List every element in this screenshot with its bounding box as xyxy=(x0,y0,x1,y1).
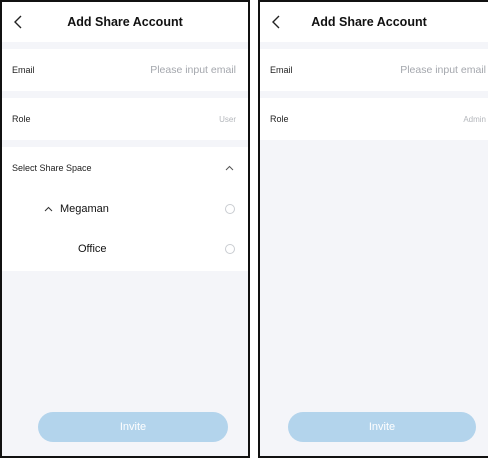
share-space-section: Select Share Space Megaman Office xyxy=(2,147,248,271)
role-value[interactable]: Admin xyxy=(463,115,486,124)
page-title: Add Share Account xyxy=(67,15,183,29)
role-label: Role xyxy=(12,114,31,124)
role-value[interactable]: User xyxy=(219,115,236,124)
header: Add Share Account xyxy=(2,2,248,42)
role-row[interactable]: Role User xyxy=(2,98,248,140)
left-screen: Add Share Account Email Please input ema… xyxy=(0,0,250,458)
invite-button[interactable]: Invite xyxy=(288,412,476,442)
share-space-label: Select Share Space xyxy=(12,163,92,173)
email-input[interactable]: Please input email xyxy=(150,64,236,76)
email-row[interactable]: Email Please input email xyxy=(2,49,248,91)
header: Add Share Account xyxy=(260,2,488,42)
tree-item-label: Megaman xyxy=(60,203,109,215)
chevron-up-icon[interactable] xyxy=(44,206,53,212)
invite-button[interactable]: Invite xyxy=(38,412,228,442)
role-label: Role xyxy=(270,114,289,124)
role-row[interactable]: Role Admin xyxy=(260,98,488,140)
right-screen: Add Share Account Email Please input ema… xyxy=(258,0,488,458)
email-label: Email xyxy=(12,65,35,75)
radio-unchecked-icon[interactable] xyxy=(225,244,235,254)
email-row[interactable]: Email Please input email xyxy=(260,49,488,91)
chevron-up-icon[interactable] xyxy=(225,165,234,171)
email-input[interactable]: Please input email xyxy=(400,64,486,76)
email-label: Email xyxy=(270,65,293,75)
tree-item-label: Office xyxy=(78,243,107,255)
radio-unchecked-icon[interactable] xyxy=(225,204,235,214)
page-title: Add Share Account xyxy=(311,15,427,29)
